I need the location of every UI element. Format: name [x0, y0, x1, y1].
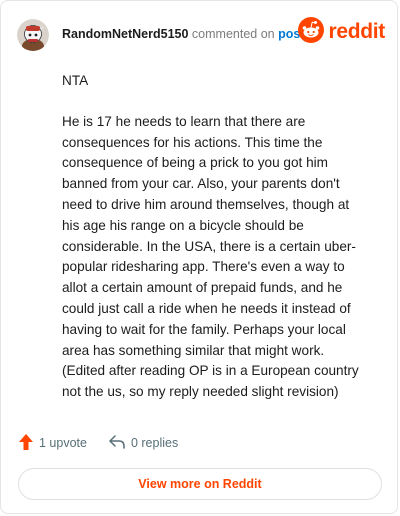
upvote-arrow-icon — [19, 433, 33, 453]
username-link[interactable]: RandomNetNerd5150 — [62, 27, 188, 41]
comment-body: NTA He is 17 he needs to learn that ther… — [62, 71, 362, 423]
comment-actions: 1 upvote 0 replies — [19, 433, 200, 453]
replies-button[interactable]: 0 replies — [109, 434, 179, 452]
comment-paragraph: NTA — [62, 73, 89, 88]
view-more-button[interactable]: View more on Reddit — [18, 468, 382, 500]
replies-count: 0 replies — [130, 436, 179, 450]
comment-header: RandomNetNerd5150 commented on post redd… — [17, 16, 385, 53]
comment-embed-card: RandomNetNerd5150 commented on post redd… — [0, 0, 398, 514]
comment-paragraph: He is 17 he needs to learn that there ar… — [62, 113, 359, 400]
reddit-wordmark: reddit — [328, 20, 385, 43]
user-avatar[interactable] — [17, 19, 49, 51]
reddit-logo[interactable]: reddit — [298, 16, 385, 48]
reply-arrow-icon — [109, 434, 125, 452]
upvote-count: 1 upvote — [39, 436, 87, 450]
comment-meta: RandomNetNerd5150 commented on post — [62, 27, 304, 41]
reddit-snoo-icon — [298, 16, 325, 48]
upvote-button[interactable]: 1 upvote — [19, 433, 87, 453]
commented-on-text: commented on — [191, 27, 275, 41]
